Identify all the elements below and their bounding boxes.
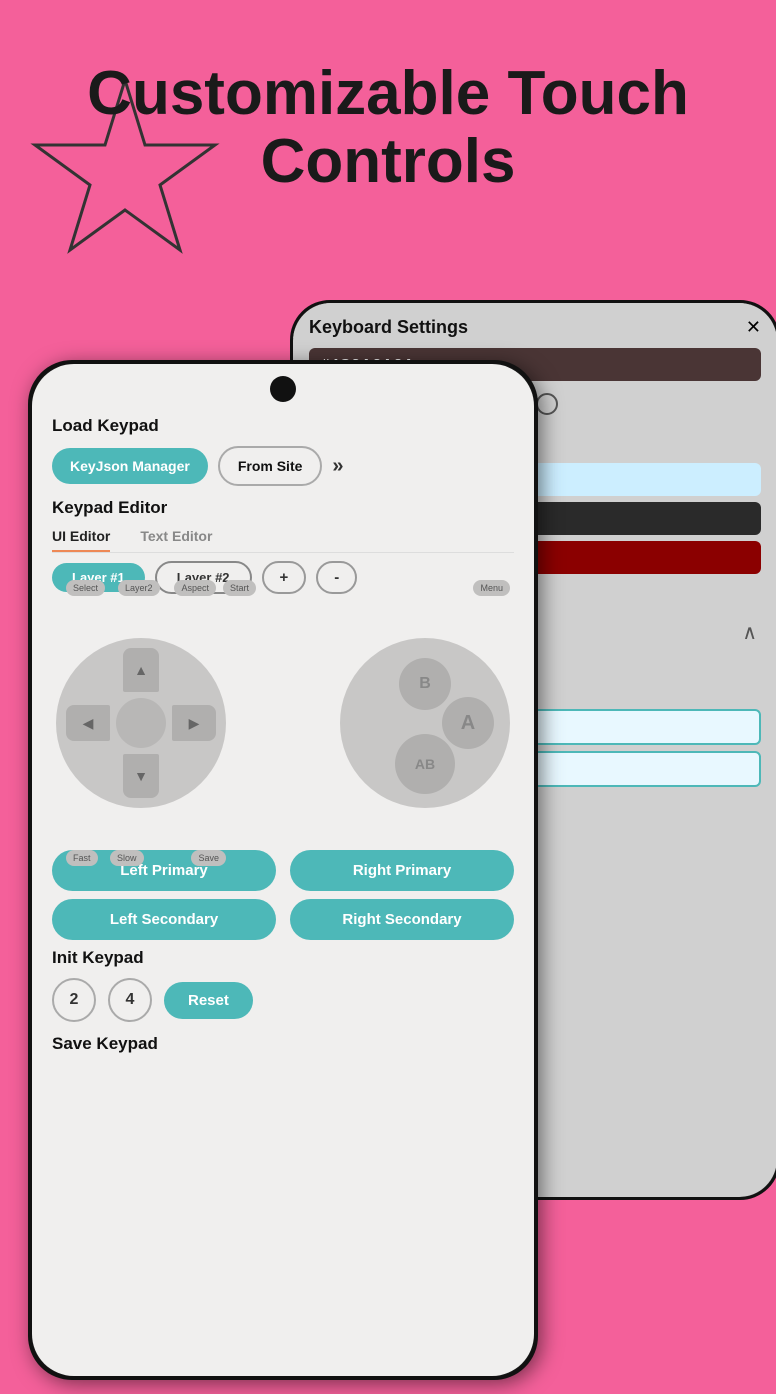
init-keypad-title: Init Keypad [52,948,514,968]
keypad-editor-title: Keypad Editor [52,498,514,518]
chevron-right-icon: » [332,455,343,478]
dpad-center-button[interactable] [116,698,166,748]
secondary-buttons-row: Left Secondary Right Secondary [52,899,514,940]
phone-notch [270,376,296,402]
right-secondary-button[interactable]: Right Secondary [290,899,514,940]
tab-ui-editor[interactable]: UI Editor [52,528,110,552]
close-icon[interactable]: ✕ [746,317,761,338]
init-keypad-section: Init Keypad 2 4 Reset [52,948,514,1022]
left-secondary-button[interactable]: Left Secondary [52,899,276,940]
save-button[interactable]: Save [191,850,226,866]
a-button[interactable]: A [442,697,494,749]
init-num-1[interactable]: 2 [52,978,96,1022]
right-primary-button[interactable]: Right Primary [290,850,514,891]
fast-button[interactable]: Fast [66,850,98,866]
load-keypad-title: Load Keypad [52,416,514,436]
load-keypad-row: KeyJson Manager From Site » [52,446,514,486]
ab-button[interactable]: AB [395,734,455,794]
aspect-button[interactable]: Aspect [174,580,216,596]
dpad-container: ▲ ▼ ◀ ▶ [56,638,226,808]
keyjson-manager-button[interactable]: KeyJson Manager [52,448,208,484]
init-num-2[interactable]: 4 [108,978,152,1022]
dpad-right-button[interactable]: ▶ [172,705,216,741]
save-keypad-section: Save Keypad [52,1034,514,1054]
save-keypad-title: Save Keypad [52,1034,514,1054]
hero-title-line1: Customizable Touch [87,59,689,128]
layer2-button[interactable]: Layer2 [118,580,160,596]
slow-button[interactable]: Slow [110,850,144,866]
tab-text-editor[interactable]: Text Editor [140,528,212,552]
menu-button[interactable]: Menu [473,580,510,596]
dpad-left-button[interactable]: ◀ [66,705,110,741]
editor-tabs: UI Editor Text Editor [52,528,514,553]
dpad-down-button[interactable]: ▼ [123,754,159,798]
start-button[interactable]: Start [223,580,256,596]
b-button[interactable]: B [399,658,451,710]
gamepad-area: Select Layer2 Aspect Start ▲ ▼ ◀ ▶ Fast … [52,608,514,838]
select-button[interactable]: Select [66,580,105,596]
add-layer-button[interactable]: + [262,561,307,594]
remove-layer-button[interactable]: - [316,561,357,594]
hero-title: Customizable Touch Controls [40,60,736,196]
keyboard-settings-title: Keyboard Settings [309,317,468,338]
action-container: B A AB [340,638,510,808]
xlarge-radio[interactable] [536,393,558,415]
dpad-up-button[interactable]: ▲ [123,648,159,692]
front-phone: Load Keypad KeyJson Manager From Site » … [28,360,538,1380]
reset-button[interactable]: Reset [164,982,253,1019]
hero-title-line2: Controls [261,127,516,196]
init-keypad-row: 2 4 Reset [52,978,514,1022]
from-site-button[interactable]: From Site [218,446,323,486]
